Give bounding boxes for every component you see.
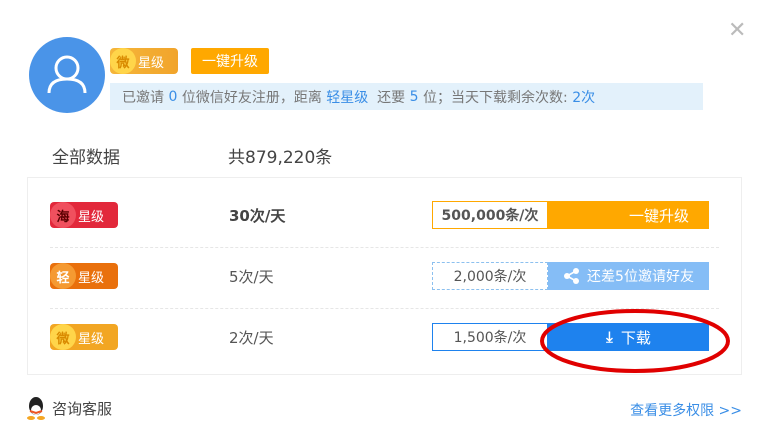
- info-text: 已邀请: [122, 89, 169, 106]
- tier-badge: 微星级: [50, 324, 118, 350]
- info-text: 位；当天下载剩余次数:: [418, 89, 573, 106]
- info-text: 位微信好友注册，距离: [177, 89, 327, 106]
- tier-quantity: 1,500条/次: [432, 323, 548, 351]
- avatar: [29, 37, 105, 113]
- badge-char: 轻: [50, 263, 76, 289]
- tier-rate: 2次/天: [229, 328, 274, 347]
- upgrade-button[interactable]: 一键升级: [191, 48, 269, 74]
- invite-info: 已邀请 0 位微信好友注册，距离 轻星级 还要 5 位；当天下载剩余次数: 2次: [110, 83, 703, 110]
- tier-quantity: 2,000条/次: [432, 262, 548, 290]
- user-icon: [47, 55, 87, 94]
- tier-row: 轻星级 5次/天 2,000条/次 还差5位邀请好友: [50, 246, 719, 306]
- tier-row: 海星级 30次/天 500,000条/次 一键升级: [50, 185, 719, 245]
- close-icon[interactable]: ✕: [728, 18, 746, 43]
- tier-rate: 5次/天: [229, 267, 274, 286]
- badge-label: 星级: [78, 331, 105, 347]
- remaining-count: 5: [409, 88, 419, 105]
- qq-icon: [27, 397, 45, 420]
- summary-total: 共879,220条: [228, 148, 333, 168]
- badge-char: 海: [50, 202, 76, 228]
- badge-label: 星级: [78, 209, 105, 225]
- summary-label: 全部数据: [52, 148, 120, 168]
- invite-friends-button[interactable]: 还差5位邀请好友: [548, 262, 709, 290]
- annotation-ellipse: [540, 309, 730, 373]
- more-permissions-link[interactable]: 查看更多权限 >>: [630, 400, 742, 420]
- tier-badge: 轻星级: [50, 263, 118, 289]
- target-level-link[interactable]: 轻星级: [326, 87, 368, 107]
- info-text: 还要: [368, 89, 410, 106]
- badge-label: 星级: [78, 270, 105, 286]
- badge-label: 星级: [138, 55, 165, 71]
- support-label: 咨询客服: [52, 399, 113, 418]
- badge-char: 微: [50, 324, 76, 350]
- tier-badge: 海星级: [50, 202, 118, 228]
- level-badge: 微 星级: [110, 48, 178, 74]
- support-link[interactable]: 咨询客服: [25, 396, 112, 420]
- badge-char: 微: [110, 48, 136, 74]
- share-icon: [564, 268, 580, 284]
- invite-label: 还差5位邀请好友: [587, 269, 694, 285]
- downloads-left: 2次: [572, 89, 596, 106]
- invited-count: 0: [168, 88, 178, 105]
- upgrade-button[interactable]: 一键升级: [548, 201, 709, 229]
- tier-quantity: 500,000条/次: [432, 201, 548, 229]
- tier-rate: 30次/天: [229, 206, 286, 225]
